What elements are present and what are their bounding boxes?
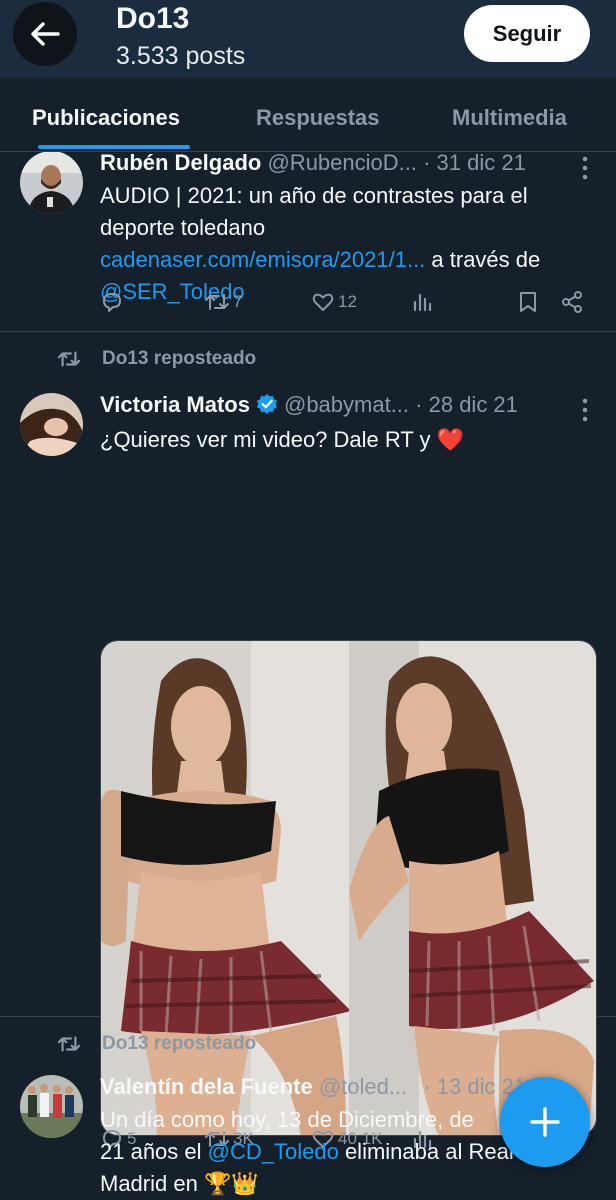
tweet-header: Valentín dela Fuente @toled... · 13 dic … — [100, 1074, 526, 1100]
tweet-header: Victoria Matos @babymat... · 28 dic 21 — [100, 392, 518, 419]
heart-emoji: ❤️ — [436, 427, 465, 452]
tweet-text-part: AUDIO | 2021: un año de contrastes para … — [100, 183, 528, 240]
more-options-icon[interactable] — [575, 397, 595, 423]
active-tab-indicator — [38, 145, 190, 149]
tweet-date: · 28 dic 21 — [415, 392, 518, 417]
tab-respuestas[interactable]: Respuestas — [256, 78, 380, 152]
repost-count: 7 — [233, 292, 243, 311]
tweet-link[interactable]: cadenaser.com/emisora/2021/1... — [100, 247, 425, 272]
repost-icon — [205, 294, 229, 310]
avatar[interactable] — [20, 152, 83, 214]
tweet-text-part: eliminaba al Real — [338, 1139, 514, 1164]
tweet-text-part: a través de — [425, 247, 541, 272]
profile-header: Do13 3.533 posts Seguir — [0, 0, 616, 78]
tweet-text-part: Madrid en — [100, 1171, 198, 1196]
tweet-date: · 31 dic 21 — [423, 152, 526, 175]
share-icon — [562, 291, 582, 313]
repost-label[interactable]: Do13 reposteado — [102, 1033, 256, 1055]
profile-name: Do13 — [116, 2, 190, 35]
avatar[interactable] — [20, 1075, 83, 1138]
author-name[interactable]: Valentín dela Fuente — [100, 1074, 313, 1099]
bookmark-button[interactable] — [517, 287, 539, 317]
author-handle[interactable]: @toled... — [319, 1074, 407, 1099]
heart-icon — [312, 293, 334, 311]
tweet-actions: 7 12 — [100, 287, 600, 317]
tab-publicaciones[interactable]: Publicaciones — [32, 78, 180, 152]
tweet-text-line: Madrid en 🏆👑 — [100, 1168, 610, 1200]
post-count: 3.533 posts — [116, 42, 246, 70]
tweet-text-part: 21 años el — [100, 1139, 208, 1164]
share-button[interactable] — [560, 287, 584, 317]
tweet[interactable]: Do13 reposteado Victoria Matos @babymat..… — [0, 332, 616, 1150]
profile-tabs: Publicaciones Respuestas Multimedia — [0, 78, 616, 152]
author-handle[interactable]: @babymat... — [284, 392, 409, 417]
plus-icon — [530, 1107, 560, 1137]
like-count: 12 — [338, 292, 357, 311]
back-button[interactable] — [13, 2, 77, 66]
author-name[interactable]: Rubén Delgado — [100, 152, 261, 175]
profile-screen: Do13 3.533 posts Seguir Publicaciones Re… — [0, 0, 616, 1200]
repost-label[interactable]: Do13 reposteado — [102, 348, 256, 370]
tab-multimedia[interactable]: Multimedia — [452, 78, 567, 152]
reply-icon — [103, 293, 121, 312]
views-button[interactable] — [412, 287, 434, 317]
reply-button[interactable] — [100, 287, 124, 317]
author-handle[interactable]: @RubencioD... — [267, 152, 417, 175]
follow-button[interactable]: Seguir — [464, 5, 590, 62]
arrow-left-icon — [31, 22, 60, 46]
analytics-icon — [413, 293, 432, 312]
trophy-crown-emoji: 🏆👑 — [203, 1171, 259, 1196]
tweet-text: ¿Quieres ver mi video? Dale RT y ❤️ — [100, 424, 590, 456]
repost-indicator: Do13 reposteado — [56, 348, 256, 370]
tweet-header: Rubén Delgado @RubencioD... · 31 dic 21 — [100, 152, 526, 176]
repost-icon — [57, 1036, 81, 1052]
timeline: Rubén Delgado @RubencioD... · 31 dic 21 … — [0, 152, 616, 1200]
repost-indicator: Do13 reposteado — [56, 1033, 256, 1055]
compose-button[interactable] — [500, 1077, 590, 1167]
bookmark-icon — [520, 292, 536, 312]
mention-link[interactable]: @CD_Toledo — [208, 1139, 339, 1164]
avatar[interactable] — [20, 393, 83, 456]
verified-badge-icon — [256, 394, 277, 415]
repost-button[interactable]: 7 — [204, 287, 242, 317]
author-name[interactable]: Victoria Matos — [100, 392, 250, 417]
tweet-text-part: ¿Quieres ver mi video? Dale RT y — [100, 427, 431, 452]
more-options-icon[interactable] — [575, 155, 595, 181]
tweet[interactable]: Rubén Delgado @RubencioD... · 31 dic 21 … — [0, 152, 616, 332]
like-button[interactable]: 12 — [311, 287, 357, 317]
repost-icon — [57, 351, 81, 367]
